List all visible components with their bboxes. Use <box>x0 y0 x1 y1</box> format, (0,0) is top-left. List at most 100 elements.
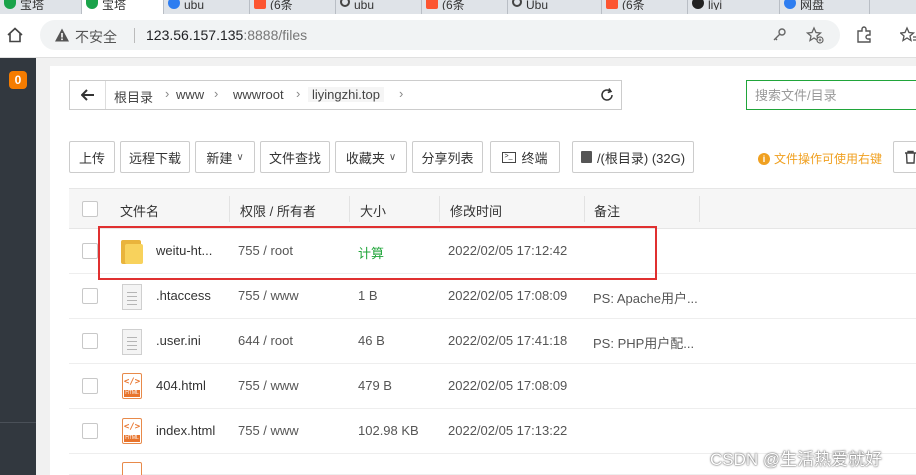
baota-favicon-icon <box>86 0 98 9</box>
crumb-root[interactable]: 根目录 <box>114 87 153 106</box>
chevron-right-icon: › <box>214 86 219 101</box>
chevron-right-icon: › <box>399 86 404 101</box>
row-checkbox[interactable] <box>82 333 98 349</box>
browser-tab[interactable]: (6条 <box>422 0 508 14</box>
hint-text: 文件操作可使用右键 <box>774 152 883 166</box>
remote-download-button[interactable]: 远程下载 <box>120 141 190 173</box>
text-file-icon <box>122 329 142 355</box>
favorites-button[interactable]: 收藏夹 ∨ <box>335 141 407 173</box>
back-button[interactable] <box>70 81 106 109</box>
upload-button[interactable]: 上传 <box>69 141 115 173</box>
crumb-www[interactable]: www <box>176 87 204 102</box>
file-search-button[interactable]: 文件查找 <box>260 141 330 173</box>
sidebar-divider <box>0 422 36 423</box>
browser-tab[interactable]: liyi <box>688 0 780 14</box>
browser-tab[interactable]: (6条 <box>602 0 688 14</box>
file-name[interactable]: .htaccess <box>156 288 211 303</box>
share-list-button[interactable]: 分享列表 <box>412 141 483 173</box>
file-perm[interactable]: 755 / www <box>238 423 299 438</box>
file-search-input[interactable] <box>746 80 916 110</box>
omnibox-divider <box>134 28 135 43</box>
baota-favicon-icon <box>4 0 16 9</box>
header-divider <box>349 196 350 222</box>
file-mtime: 2022/02/05 17:08:09 <box>448 378 568 393</box>
terminal-button[interactable]: >_ 终端 <box>490 141 560 173</box>
file-mtime: 2022/02/05 17:41:18 <box>448 333 568 348</box>
file-mtime: 2022/02/05 17:08:09 <box>448 288 568 303</box>
favorites-bar-icon[interactable] <box>898 24 916 46</box>
header-perm[interactable]: 权限 / 所有者 <box>240 201 316 220</box>
info-icon: i <box>758 152 770 165</box>
trash-icon <box>905 150 916 164</box>
csdn-watermark: CSDN @生活热爱就好 <box>710 450 883 469</box>
file-name[interactable]: 404.html <box>156 378 206 393</box>
refresh-button[interactable] <box>592 80 622 110</box>
row-checkbox[interactable] <box>82 378 98 394</box>
terminal-label: 终端 <box>521 150 548 166</box>
path-breadcrumb[interactable]: 根目录 › www › wwwroot › liyingzhi.top › <box>69 80 622 110</box>
url-path: :8888/files <box>243 27 308 43</box>
paw-favicon-icon <box>168 0 180 9</box>
notification-badge[interactable]: 0 <box>9 71 27 89</box>
file-perm[interactable]: 644 / root <box>238 333 293 348</box>
crumb-current[interactable]: liyingzhi.top <box>308 87 384 102</box>
browser-tab[interactable]: (6条 <box>250 0 336 14</box>
file-note[interactable]: PS: Apache用户... <box>593 288 698 307</box>
table-row[interactable]: .htaccess 755 / www 1 B 2022/02/05 17:08… <box>69 274 916 319</box>
header-divider <box>699 196 700 222</box>
html-file-icon: </> HTML <box>122 418 142 444</box>
chevron-down-icon: ∨ <box>236 151 244 163</box>
file-note[interactable]: PS: PHP用户配... <box>593 333 694 352</box>
header-size[interactable]: 大小 <box>360 201 386 220</box>
recycle-bin-button[interactable] <box>893 141 916 173</box>
insecure-label[interactable]: 不安全 <box>75 27 117 47</box>
browser-tab[interactable]: Ubu <box>508 0 602 14</box>
table-row[interactable]: </> HTML 404.html 755 / www 479 B 2022/02… <box>69 364 916 409</box>
file-mtime: 2022/02/05 17:13:22 <box>448 423 568 438</box>
header-divider <box>439 196 440 222</box>
header-time[interactable]: 修改时间 <box>450 201 502 220</box>
row-checkbox[interactable] <box>82 423 98 439</box>
table-header: 文件名 权限 / 所有者 大小 修改时间 备注 <box>69 188 916 229</box>
right-click-hint: i 文件操作可使用右键 <box>758 150 882 167</box>
home-icon[interactable] <box>4 24 26 46</box>
cloud-drive-favicon-icon <box>784 0 796 9</box>
url-text[interactable]: 123.56.157.135:8888/files <box>146 27 307 43</box>
file-name[interactable]: index.html <box>156 423 215 438</box>
browser-tab[interactable]: 网盘 <box>780 0 870 14</box>
warning-icon[interactable] <box>54 27 70 43</box>
file-name[interactable]: .user.ini <box>156 333 201 348</box>
add-favorite-icon[interactable] <box>806 26 824 44</box>
favorites-label: 收藏夹 <box>345 150 385 166</box>
browser-tab[interactable]: ubu <box>336 0 422 14</box>
crumb-wwwroot[interactable]: wwwroot <box>233 87 284 102</box>
new-button[interactable]: 新建 ∨ <box>195 141 255 173</box>
row-checkbox[interactable] <box>82 288 98 304</box>
file-size: 46 B <box>358 333 385 348</box>
header-name[interactable]: 文件名 <box>120 201 159 220</box>
file-perm[interactable]: 755 / www <box>238 288 299 303</box>
file-icon <box>122 462 142 475</box>
browser-tab[interactable]: 宝塔 <box>0 0 82 14</box>
table-row[interactable]: .user.ini 644 / root 46 B 2022/02/05 17:… <box>69 319 916 364</box>
disk-button[interactable]: /(根目录) (32G) <box>572 141 694 173</box>
browser-tab[interactable]: ubu <box>164 0 250 14</box>
file-perm[interactable]: 755 / www <box>238 378 299 393</box>
csdn-favicon-icon <box>254 0 266 9</box>
search-favicon-icon <box>340 0 350 7</box>
address-bar[interactable]: 不安全 123.56.157.135:8888/files <box>40 20 840 50</box>
key-icon[interactable] <box>770 26 788 44</box>
search-favicon-icon <box>512 0 522 7</box>
arrow-left-icon <box>80 89 94 101</box>
chevron-down-icon: ∨ <box>388 151 397 163</box>
select-all-checkbox[interactable] <box>82 201 98 217</box>
refresh-icon <box>600 88 613 101</box>
github-favicon-icon <box>692 0 704 9</box>
extensions-icon[interactable] <box>853 24 875 46</box>
chevron-right-icon: › <box>165 86 170 101</box>
text-file-icon <box>122 284 142 310</box>
row-checkbox[interactable] <box>82 243 98 259</box>
chevron-right-icon: › <box>296 86 301 101</box>
browser-tab-active[interactable]: 宝塔 <box>82 0 164 14</box>
file-size: 102.98 KB <box>358 423 419 438</box>
